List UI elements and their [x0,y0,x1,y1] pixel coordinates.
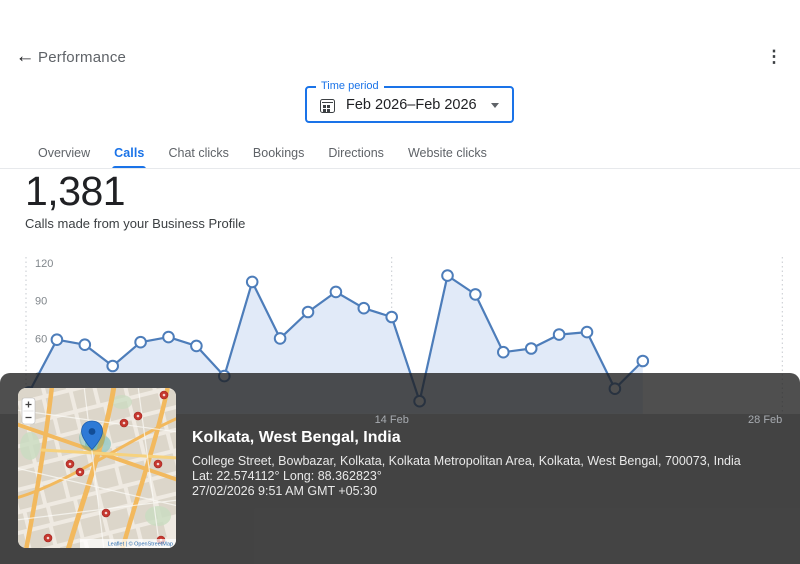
chart-data-point[interactable] [107,361,118,372]
y-axis-tick-label: 90 [35,296,47,308]
svg-text:Leaflet | © OpenStreetMap: Leaflet | © OpenStreetMap [108,541,173,548]
map-attribution: Leaflet | © OpenStreetMap [80,539,176,548]
chart-data-point[interactable] [386,312,397,323]
chart-data-point[interactable] [303,307,314,318]
location-address: College Street, Bowbazar, Kolkata, Kolka… [192,454,741,469]
location-pin-icon [79,421,105,451]
chart-data-point[interactable] [52,334,63,345]
chart-data-point[interactable] [80,339,91,350]
chart-data-point[interactable] [554,329,565,340]
y-axis-tick-label: 60 [35,333,47,345]
chart-data-point[interactable] [470,289,481,300]
chart-data-point[interactable] [526,343,537,354]
chart-data-point[interactable] [638,356,649,367]
chart-data-point[interactable] [191,341,202,352]
location-details: Kolkata, West Bengal, India College Stre… [192,429,741,499]
chart-data-point[interactable] [135,337,146,348]
performance-screen: ← Performance ⋮ Time period Feb 2026–Feb… [0,0,800,564]
chart-data-point[interactable] [331,287,342,298]
x-axis-label-28feb: 28 Feb [748,414,782,426]
chart-data-point[interactable] [582,327,593,338]
chart-data-point[interactable] [275,333,286,344]
chart-data-point[interactable] [163,332,174,343]
location-title: Kolkata, West Bengal, India [192,429,741,447]
chart-data-point[interactable] [247,277,258,288]
chart-data-point[interactable] [498,347,509,358]
location-coordinates: Lat: 22.574112° Long: 88.362823° [192,469,741,484]
map-image: Leaflet | © OpenStreetMap [18,388,176,548]
y-axis-tick-label: 120 [35,258,53,270]
map-zoom-control [22,398,35,424]
map-thumbnail[interactable]: Leaflet | © OpenStreetMap [18,388,176,548]
chart-data-point[interactable] [359,303,370,314]
location-overlay-panel: Leaflet | © OpenStreetMap Kolkata, West … [0,373,800,564]
x-axis-label-14feb: 14 Feb [375,414,409,426]
chart-data-point[interactable] [442,270,453,281]
location-timestamp: 27/02/2026 9:51 AM GMT +05:30 [192,484,741,499]
